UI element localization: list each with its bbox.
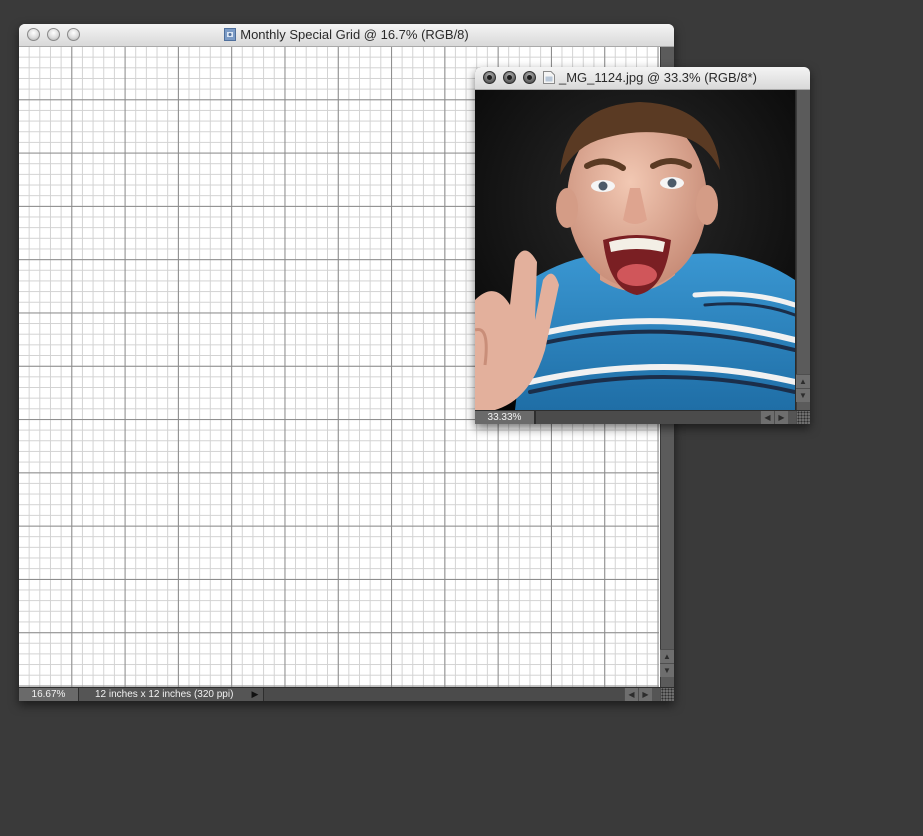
scroll-right-icon[interactable]: ▶ (774, 411, 788, 424)
photo-horizontal-scrollbar[interactable] (535, 411, 761, 424)
photo-window-title: _MG_1124.jpg @ 33.3% (RGB/8*) (559, 70, 757, 85)
photo-canvas[interactable] (475, 90, 795, 410)
scroll-right-icon[interactable]: ▶ (638, 688, 652, 701)
scroll-up-icon[interactable]: ▲ (796, 374, 810, 388)
close-icon[interactable] (483, 71, 496, 84)
photo-window-titlebar[interactable]: _MG_1124.jpg @ 33.3% (RGB/8*) (475, 67, 810, 90)
scroll-up-icon[interactable]: ▲ (660, 649, 674, 663)
photoshop-document-icon (224, 28, 237, 41)
grid-window-title-wrap: Monthly Special Grid @ 16.7% (RGB/8) (19, 27, 674, 42)
grid-status-bar: 16.67% 12 inches x 12 inches (320 ppi) ▶… (19, 687, 674, 701)
status-menu-arrow-icon[interactable]: ▶ (250, 688, 260, 701)
scroll-left-icon[interactable]: ◀ (624, 688, 638, 701)
grid-window-title: Monthly Special Grid @ 16.7% (RGB/8) (240, 27, 469, 42)
photo-status-bar: 33.33% ◀ ▶ (475, 410, 810, 424)
photo-vertical-scrollbar[interactable]: ▲ ▼ (796, 90, 810, 410)
grid-window-titlebar[interactable]: Monthly Special Grid @ 16.7% (RGB/8) (19, 24, 674, 47)
boy-photo-image (475, 90, 795, 410)
resize-grip-icon[interactable] (660, 688, 674, 701)
grid-horizontal-scrollbar[interactable] (263, 688, 625, 701)
photo-zoom-field[interactable]: 33.33% (475, 411, 535, 424)
zoom-icon[interactable] (523, 71, 536, 84)
scroll-left-icon[interactable]: ◀ (760, 411, 774, 424)
resize-grip-icon[interactable] (796, 411, 810, 424)
scroll-down-icon[interactable]: ▼ (796, 388, 810, 402)
grid-doc-info: 12 inches x 12 inches (320 ppi) (95, 689, 234, 700)
minimize-icon[interactable] (503, 71, 516, 84)
grid-zoom-field[interactable]: 16.67% (19, 688, 79, 701)
jpeg-document-icon (543, 71, 555, 84)
photo-document-window[interactable]: _MG_1124.jpg @ 33.3% (RGB/8*) ▲ ▼ 33.33%… (475, 67, 810, 424)
photo-window-title-wrap: _MG_1124.jpg @ 33.3% (RGB/8*) (543, 70, 757, 85)
scroll-down-icon[interactable]: ▼ (660, 663, 674, 677)
